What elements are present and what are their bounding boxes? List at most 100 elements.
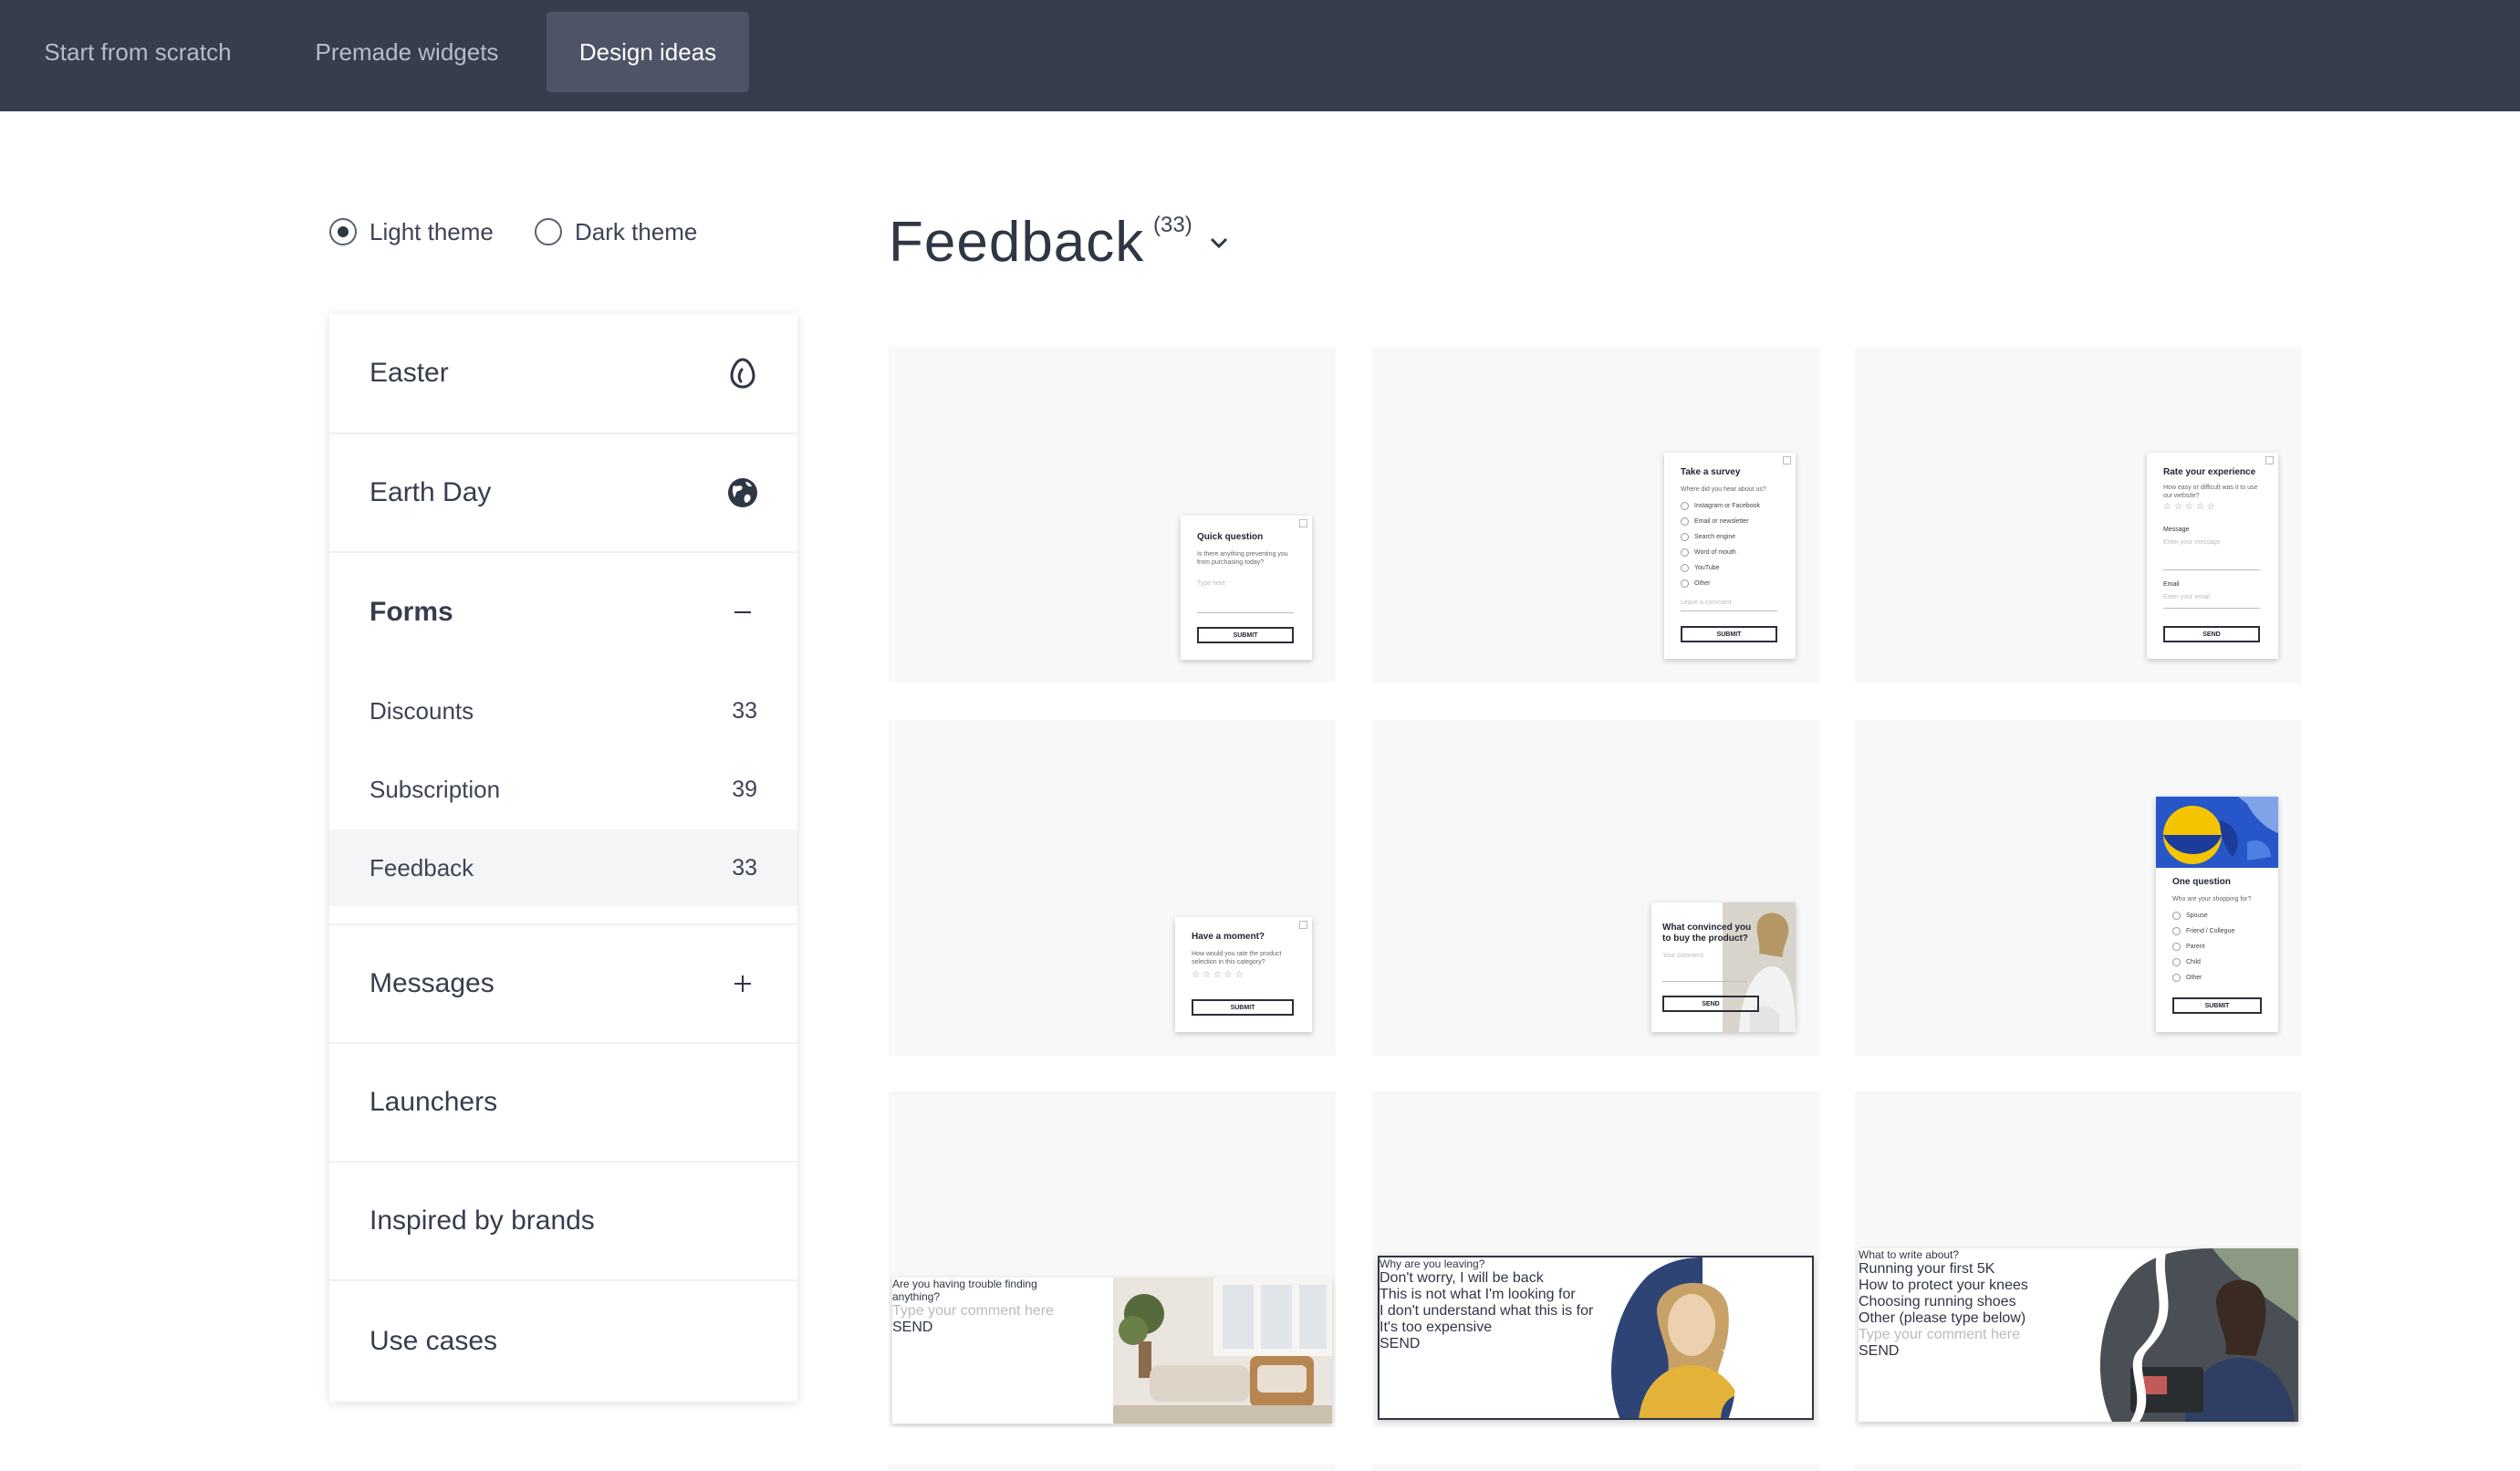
preview-button: SEND <box>1380 1336 1421 1351</box>
subitem-label: Discounts <box>370 696 474 725</box>
preview-placeholder: Enter your email <box>2163 594 2210 600</box>
preview-option: Other <box>2172 974 2202 982</box>
star-rating: ☆☆☆☆☆ <box>2163 502 2218 512</box>
sidebar-subitem-discounts[interactable]: Discounts 33 <box>329 673 797 749</box>
design-card[interactable] <box>1855 1464 2302 1471</box>
close-icon <box>1299 519 1307 527</box>
preview-placeholder: Leave a comment <box>1681 600 1732 606</box>
preview-title: Rate your experience <box>2163 467 2256 477</box>
preview-subtitle: How easy or difficult was it to use our … <box>2163 485 2258 499</box>
star-rating: ☆☆☆☆☆ <box>1192 970 1246 980</box>
widget-preview: Rate your experience How easy or difficu… <box>2147 453 2278 659</box>
sidebar-item-label: Launchers <box>370 1087 498 1117</box>
sidebar-item-forms[interactable]: Forms <box>329 553 797 672</box>
design-card[interactable]: Take a survey Where did you hear about u… <box>1372 347 1819 683</box>
sidebar-subitem-subscription[interactable]: Subscription 39 <box>329 751 797 828</box>
preview-button: SEND <box>1662 996 1759 1012</box>
preview-subtitle: Who are your shopping for? <box>2172 896 2252 902</box>
preview-placeholder: Type here <box>1197 580 1226 587</box>
widget-preview: Take a survey Where did you hear about u… <box>1664 453 1796 659</box>
woman-writing-photo <box>2076 1248 2298 1422</box>
preview-option: Other <box>1681 579 1711 588</box>
dark-theme-radio[interactable]: Dark theme <box>535 215 697 248</box>
page-title: Feedback <box>889 211 1145 274</box>
preview-option: Word of mouth <box>1681 548 1736 557</box>
tab-premade-widgets[interactable]: Premade widgets <box>285 12 529 92</box>
preview-title: What convinced you to buy the product? <box>1662 923 1752 944</box>
preview-subtitle: Is there anything preventing you from pu… <box>1197 551 1288 566</box>
preview-option: Instagram or Facebook <box>1681 502 1760 510</box>
sidebar-subitem-feedback[interactable]: Feedback 33 <box>329 829 797 906</box>
design-card[interactable]: What convinced you to buy the product? Y… <box>1372 720 1819 1056</box>
widget-preview: Are you having trouble finding anything?… <box>892 1278 1332 1424</box>
sidebar-item-label: Inspired by brands <box>370 1205 595 1236</box>
tab-design-ideas[interactable]: Design ideas <box>547 12 749 92</box>
sidebar-item-label: Forms <box>370 597 453 627</box>
preview-button: SEND <box>2163 626 2260 642</box>
preview-placeholder: Enter your message <box>2163 539 2221 546</box>
sidebar-item-messages[interactable]: Messages <box>329 925 797 1044</box>
radio-unselected-icon <box>535 218 562 245</box>
light-theme-radio[interactable]: Light theme <box>329 215 494 248</box>
preview-option: Search engine <box>1681 533 1735 541</box>
preview-button: SUBMIT <box>2172 997 2262 1014</box>
preview-label: Message <box>2163 527 2190 533</box>
design-card[interactable]: Why are you leaving? Don't worry, I will… <box>1372 1091 1819 1427</box>
sidebar-item-launchers[interactable]: Launchers <box>329 1044 797 1163</box>
preview-button: SUBMIT <box>1681 626 1777 642</box>
widget-preview: What convinced you to buy the product? Y… <box>1651 902 1796 1032</box>
subitem-label: Feedback <box>370 853 474 882</box>
minus-icon <box>726 596 759 629</box>
egg-icon <box>726 357 759 390</box>
chevron-down-icon[interactable] <box>1206 233 1232 253</box>
input-line <box>1681 610 1777 611</box>
design-card[interactable]: Rate your experience How easy or difficu… <box>1855 347 2302 683</box>
preview-button: SEND <box>892 1320 933 1335</box>
sidebar-item-label: Earth Day <box>370 477 492 507</box>
preview-button: SEND <box>1859 1343 1900 1359</box>
title-count: (33) <box>1153 213 1192 237</box>
preview-title: Quick question <box>1197 532 1264 542</box>
close-icon <box>1783 456 1791 464</box>
close-icon <box>2265 456 2274 464</box>
sidebar-item-label: Use cases <box>370 1326 498 1356</box>
top-nav-bar: Start from scratch Premade widgets Desig… <box>0 0 2520 111</box>
subitem-count: 39 <box>732 776 757 802</box>
design-card[interactable]: One question Who are your shopping for? … <box>1855 720 2302 1056</box>
design-card[interactable] <box>1372 1464 1819 1471</box>
input-line <box>1197 612 1294 613</box>
input-line <box>1662 981 1746 982</box>
design-card[interactable]: Quick question Is there anything prevent… <box>889 347 1336 683</box>
light-theme-label: Light theme <box>370 217 494 245</box>
preview-title: Are you having trouble finding anything? <box>892 1278 1037 1303</box>
tab-start-from-scratch[interactable]: Start from scratch <box>18 12 257 92</box>
input-line <box>2163 608 2260 609</box>
sidebar-item-use-cases[interactable]: Use cases <box>329 1281 797 1402</box>
design-card[interactable]: What to write about? Running your first … <box>1855 1091 2302 1427</box>
preview-subtitle: How would you rate the product selection… <box>1192 951 1282 965</box>
design-card[interactable] <box>889 1464 1336 1471</box>
abstract-shapes-image <box>2156 797 2278 868</box>
preview-title: Have a moment? <box>1192 932 1265 942</box>
preview-label: Email <box>2163 581 2180 588</box>
sidebar-item-earth-day[interactable]: Earth Day <box>329 434 797 553</box>
sidebar-item-label: Easter <box>370 358 449 388</box>
preview-title: One question <box>2172 877 2231 887</box>
preview-option: Child <box>2172 958 2201 966</box>
preview-button: SUBMIT <box>1197 627 1294 643</box>
design-card[interactable]: Have a moment? How would you rate the pr… <box>889 720 1336 1056</box>
woman-photo <box>1611 1257 1812 1418</box>
design-card[interactable]: Are you having trouble finding anything?… <box>889 1091 1336 1427</box>
widget-preview: Have a moment? How would you rate the pr… <box>1175 917 1312 1032</box>
globe-icon <box>726 476 759 509</box>
living-room-photo <box>1113 1278 1332 1424</box>
category-sidebar: Easter Earth Day Forms Discounts 33 Subs… <box>329 314 797 1402</box>
preview-placeholder: Your comment <box>1662 953 1703 959</box>
sidebar-item-inspired-by-brands[interactable]: Inspired by brands <box>329 1163 797 1281</box>
sidebar-item-easter[interactable]: Easter <box>329 314 797 434</box>
widget-preview: What to write about? Running your first … <box>1859 1248 2298 1422</box>
plus-icon <box>726 967 759 1000</box>
sidebar-item-label: Messages <box>370 968 495 998</box>
preview-option: Spouse <box>2172 912 2208 920</box>
preview-option: YouTube <box>1681 564 1720 572</box>
